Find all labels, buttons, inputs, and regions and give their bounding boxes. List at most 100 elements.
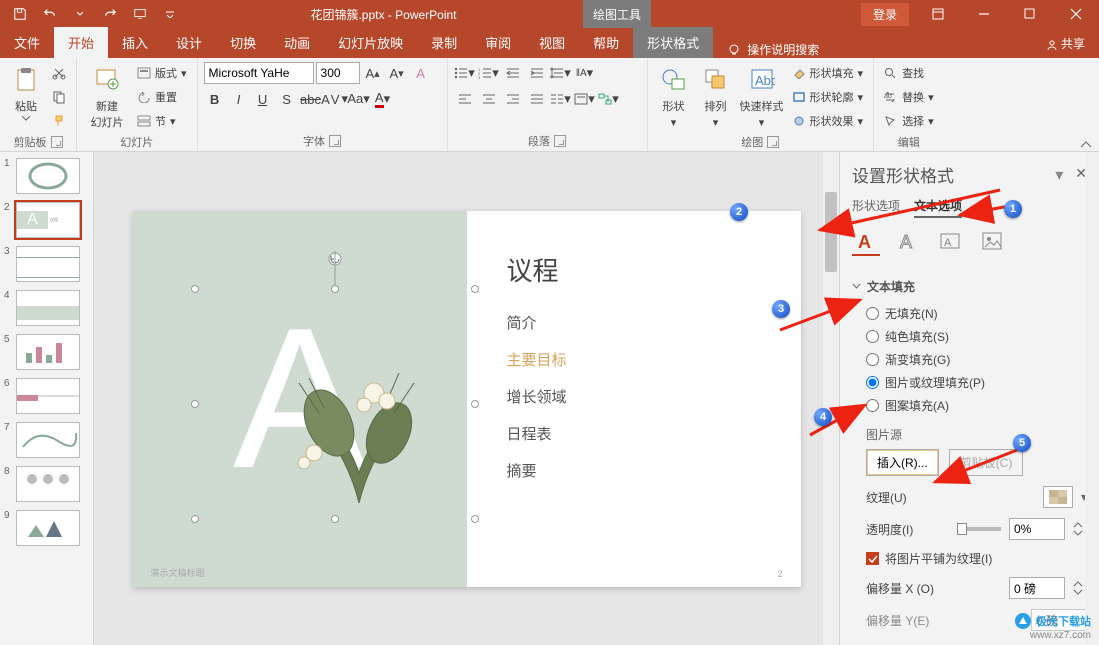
shape-fill-button[interactable]: 形状填充 ▾ <box>788 62 868 84</box>
shapes-button[interactable]: 形状▾ <box>654 62 694 131</box>
undo-button[interactable] <box>36 2 64 26</box>
minimize-button[interactable] <box>961 0 1007 28</box>
thumbnail-3[interactable]: 3 <box>4 246 89 282</box>
clipboard-picture-button[interactable]: 剪贴板(C) <box>949 449 1024 476</box>
font-color-button[interactable]: A▾ <box>372 88 394 110</box>
tab-record[interactable]: 录制 <box>417 27 471 58</box>
save-button[interactable] <box>6 2 34 26</box>
clipboard-dialog-launcher[interactable] <box>51 136 63 148</box>
underline-button[interactable]: U <box>252 88 274 110</box>
thumbnail-5[interactable]: 5 <box>4 334 89 370</box>
layout-button[interactable]: 版式 ▾ <box>133 62 191 84</box>
arrange-button[interactable]: 排列▾ <box>696 62 736 131</box>
italic-button[interactable]: I <box>228 88 250 110</box>
tab-help[interactable]: 帮助 <box>579 27 633 58</box>
selection-box[interactable] <box>195 289 475 519</box>
texture-picker[interactable] <box>1043 486 1073 508</box>
change-case-button[interactable]: Aa▾ <box>348 88 370 110</box>
radio-gradient-fill[interactable]: 渐变填充(G) <box>866 351 1087 368</box>
ribbon-display-button[interactable] <box>915 0 961 28</box>
strikethrough-button[interactable]: abc <box>300 88 322 110</box>
increase-indent-button[interactable] <box>526 62 548 84</box>
text-effects-icon[interactable]: A <box>894 228 922 256</box>
pane-options-dropdown[interactable]: ▾ <box>1055 165 1063 185</box>
redo-button[interactable] <box>96 2 124 26</box>
line-spacing-button[interactable]: ▾ <box>550 62 572 84</box>
decrease-indent-button[interactable] <box>502 62 524 84</box>
radio-no-fill[interactable]: 无填充(N) <box>866 305 1087 322</box>
section-button[interactable]: 节 ▾ <box>133 110 191 132</box>
tab-insert[interactable]: 插入 <box>108 27 162 58</box>
new-slide-button[interactable]: 新建 幻灯片 <box>83 62 131 132</box>
insert-picture-button[interactable]: 插入(R)... <box>866 449 939 476</box>
tab-home[interactable]: 开始 <box>54 27 108 58</box>
qat-customize-dropdown[interactable] <box>156 2 184 26</box>
radio-pattern-fill[interactable]: 图案填充(A) <box>866 397 1087 414</box>
textbox-icon[interactable]: A <box>936 228 964 256</box>
close-button[interactable] <box>1053 0 1099 28</box>
increase-font-button[interactable]: A▴ <box>362 62 384 84</box>
pane-tab-text-options[interactable]: 文本选项 <box>914 197 962 218</box>
tab-design[interactable]: 设计 <box>162 27 216 58</box>
select-button[interactable]: 选择 ▾ <box>880 110 938 132</box>
bullets-button[interactable]: ▾ <box>454 62 476 84</box>
text-fill-section-header[interactable]: 文本填充 <box>852 278 1087 295</box>
tab-view[interactable]: 视图 <box>525 27 579 58</box>
thumbnail-1[interactable]: 1 <box>4 158 89 194</box>
font-dialog-launcher[interactable] <box>329 135 341 147</box>
numbering-button[interactable]: 123▾ <box>478 62 500 84</box>
decrease-font-button[interactable]: A▾ <box>386 62 408 84</box>
tell-me-search[interactable]: 操作说明搜索 <box>713 41 833 58</box>
tab-slideshow[interactable]: 幻灯片放映 <box>324 27 417 58</box>
thumbnail-4[interactable]: 4 <box>4 290 89 326</box>
justify-button[interactable] <box>526 88 548 110</box>
font-size-combo[interactable]: 300 <box>316 62 360 84</box>
text-direction-button[interactable]: ‖A▾ <box>574 62 596 84</box>
undo-dropdown[interactable] <box>66 2 94 26</box>
align-left-button[interactable] <box>454 88 476 110</box>
text-fill-outline-icon[interactable]: A <box>852 228 880 256</box>
tab-animations[interactable]: 动画 <box>270 27 324 58</box>
paragraph-dialog-launcher[interactable] <box>554 135 566 147</box>
cut-button[interactable] <box>48 62 70 84</box>
reset-button[interactable]: 重置 <box>133 86 191 108</box>
tab-review[interactable]: 审阅 <box>471 27 525 58</box>
tab-transitions[interactable]: 切换 <box>216 27 270 58</box>
shape-outline-button[interactable]: 形状轮廓 ▾ <box>788 86 868 108</box>
smartart-button[interactable]: ▾ <box>598 88 620 110</box>
copy-button[interactable] <box>48 86 70 108</box>
replace-button[interactable]: ab替换 ▾ <box>880 86 938 108</box>
tab-shape-format[interactable]: 形状格式 <box>633 27 713 58</box>
shadow-button[interactable]: S <box>276 88 298 110</box>
align-right-button[interactable] <box>502 88 524 110</box>
thumbnail-8[interactable]: 8 <box>4 466 89 502</box>
radio-solid-fill[interactable]: 纯色填充(S) <box>866 328 1087 345</box>
shape-effects-button[interactable]: 形状效果 ▾ <box>788 110 868 132</box>
thumbnail-2[interactable]: 2A议程 <box>4 202 89 238</box>
pane-tab-shape-options[interactable]: 形状选项 <box>852 197 900 218</box>
quick-styles-button[interactable]: Abc 快速样式▾ <box>738 62 786 131</box>
thumbnail-panel[interactable]: 1 2A议程 3 4 5 6 7 8 9 <box>0 152 94 645</box>
start-from-beginning-button[interactable] <box>126 2 154 26</box>
character-spacing-button[interactable]: AV▾ <box>324 88 346 110</box>
offset-x-input[interactable] <box>1009 577 1065 599</box>
thumbnail-6[interactable]: 6 <box>4 378 89 414</box>
share-button[interactable]: 共享 <box>1032 29 1099 58</box>
font-name-combo[interactable]: Microsoft YaHe <box>204 62 314 84</box>
picture-icon[interactable] <box>978 228 1006 256</box>
tile-checkbox[interactable]: 将图片平铺为纹理(I) <box>866 550 1087 567</box>
slide-canvas[interactable]: A <box>94 152 839 645</box>
transparency-input[interactable] <box>1009 518 1065 540</box>
align-center-button[interactable] <box>478 88 500 110</box>
bold-button[interactable]: B <box>204 88 226 110</box>
maximize-button[interactable] <box>1007 0 1053 28</box>
clear-formatting-button[interactable]: A <box>410 62 432 84</box>
tab-file[interactable]: 文件 <box>0 27 54 58</box>
drawing-dialog-launcher[interactable] <box>767 136 779 148</box>
thumbnail-7[interactable]: 7 <box>4 422 89 458</box>
paste-button[interactable]: 粘贴 <box>6 62 46 123</box>
vertical-scrollbar[interactable] <box>823 152 839 645</box>
find-button[interactable]: 查找 <box>880 62 938 84</box>
radio-picture-fill[interactable]: 图片或纹理填充(P) <box>866 374 1087 391</box>
login-button[interactable]: 登录 <box>861 3 909 26</box>
